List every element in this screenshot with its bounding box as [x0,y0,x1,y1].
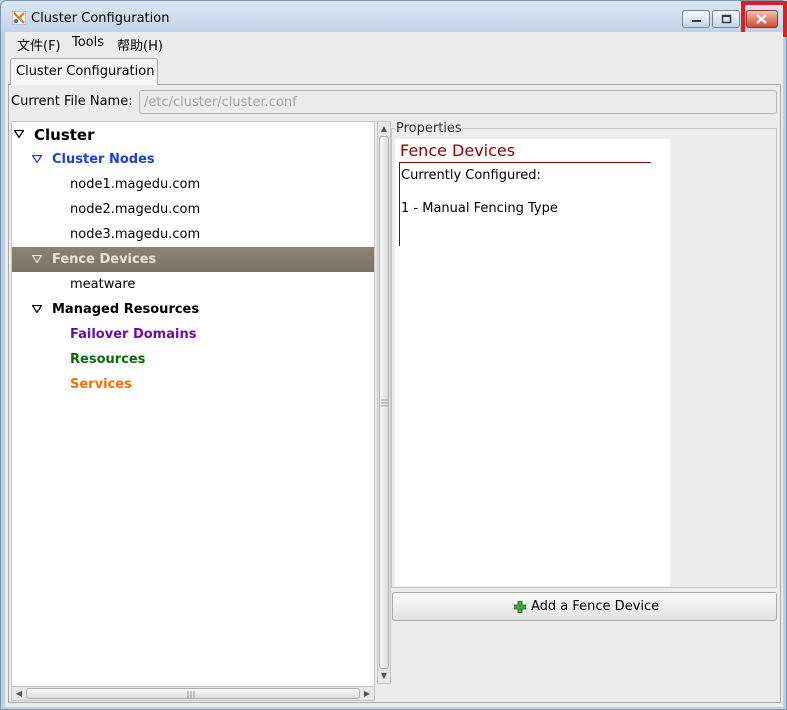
scroll-up-icon[interactable]: ▲ [378,123,390,135]
tree-horizontal-scrollbar[interactable]: ◀ ▶ [11,686,375,701]
heading-divider [400,162,651,163]
menu-bar: 文件(F) Tools 帮助(H) [5,32,783,55]
tree-item-cluster[interactable]: Cluster [12,122,374,147]
properties-heading: Fence Devices [400,141,516,160]
expanded-arrow-icon [14,130,24,138]
tab-label: Cluster Configuration [16,64,155,79]
title-bar[interactable]: Cluster Configuration [1,1,786,32]
tree-item-resources[interactable]: Resources [12,347,374,372]
minimize-icon [692,20,701,22]
menu-file[interactable]: 文件(F) [17,35,61,54]
configured-item: 1 - Manual Fencing Type [401,201,558,216]
tree-item-fence-devices[interactable]: Fence Devices [12,247,374,272]
minimize-button[interactable] [682,10,710,28]
expanded-arrow-icon [32,305,42,313]
tree-item-node[interactable]: node1.magedu.com [12,172,374,197]
tree-item-node[interactable]: node3.magedu.com [12,222,374,247]
cluster-tree: Cluster Cluster Nodes node1.magedu.com n… [11,121,375,687]
file-name-label: Current File Name: [11,94,133,109]
tree-label-resources: Resources [70,352,146,367]
tree-label-node: node2.magedu.com [70,202,201,217]
tree-item-fence-device[interactable]: meatware [12,272,374,297]
app-icon [12,11,26,25]
menu-help[interactable]: 帮助(H) [117,35,163,54]
tree-label-cluster: Cluster [34,126,95,144]
tree-item-node[interactable]: node2.magedu.com [12,197,374,222]
app-window: Cluster Configuration 文件(F) Tools 帮助(H) … [0,0,787,710]
tree-item-managed-resources[interactable]: Managed Resources [12,297,374,322]
tree-label-node: node1.magedu.com [70,177,201,192]
tree-label-failover-domains: Failover Domains [70,327,197,342]
scroll-right-icon[interactable]: ▶ [361,688,373,700]
properties-label: Properties [395,121,463,136]
expanded-arrow-icon [32,155,42,163]
scroll-down-icon[interactable]: ▼ [378,670,390,682]
scrollbar-thumb[interactable] [26,688,360,699]
scroll-left-icon[interactable]: ◀ [13,688,25,700]
window-title: Cluster Configuration [31,11,170,26]
tree-item-cluster-nodes[interactable]: Cluster Nodes [12,147,374,172]
maximize-icon [721,14,732,24]
pane-splitter-scrollbar[interactable]: ▲ ▼ [377,121,391,684]
tree-label-fence-device: meatware [70,277,136,292]
properties-content: Fence Devices Currently Configured: 1 - … [395,139,670,586]
tree-item-services[interactable]: Services [12,372,374,397]
scrollbar-thumb[interactable] [379,136,389,669]
add-fence-device-button[interactable]: Add a Fence Device [392,592,777,621]
tree-label-managed-resources: Managed Resources [52,302,200,317]
tree-label-services: Services [70,377,132,392]
grip-icon [381,399,388,407]
add-fence-device-label: Add a Fence Device [531,599,660,614]
configured-label: Currently Configured: [401,168,541,183]
tree-label-node: node3.magedu.com [70,227,201,242]
tab-cluster-configuration[interactable]: Cluster Configuration [10,58,158,85]
add-icon [514,601,526,613]
client-area: 文件(F) Tools 帮助(H) Cluster Configuration … [5,32,783,707]
menu-tools[interactable]: Tools [72,35,104,50]
tree-label-cluster-nodes: Cluster Nodes [52,152,155,167]
grip-icon [187,691,195,698]
maximize-button[interactable] [712,10,740,28]
tree-item-failover-domains[interactable]: Failover Domains [12,322,374,347]
content-left-rule [399,162,400,246]
expanded-arrow-icon [32,255,42,263]
file-name-field[interactable]: /etc/cluster/cluster.conf [139,90,777,114]
tree-label-fence-devices: Fence Devices [52,252,157,267]
